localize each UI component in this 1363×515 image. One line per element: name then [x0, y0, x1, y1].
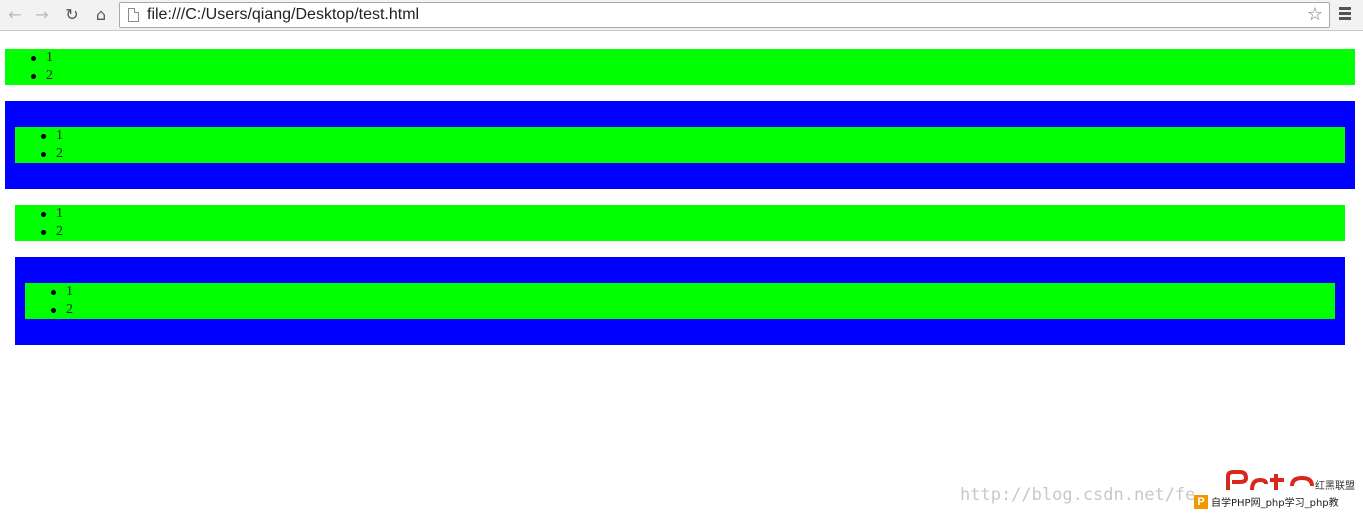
star-icon[interactable]: ☆: [1307, 4, 1323, 26]
green-list-box: 1 2: [15, 127, 1345, 163]
watermark-brand: 红黑联盟: [1315, 481, 1355, 492]
list-item: 1: [41, 206, 63, 221]
url-input[interactable]: [147, 4, 1287, 26]
bullet-list: 1 2: [41, 205, 63, 241]
list-item: 1: [41, 128, 63, 143]
bullet-list: 1 2: [51, 283, 73, 319]
back-arrow-icon[interactable]: ←: [4, 4, 26, 26]
blue-wrapper-box: 1 2: [15, 257, 1345, 345]
reload-icon[interactable]: ↻: [61, 4, 83, 26]
list-item: 2: [31, 68, 53, 83]
list-item: 2: [41, 224, 63, 239]
blue-wrapper-box: 1 2: [5, 101, 1355, 189]
home-icon[interactable]: ⌂: [90, 4, 112, 26]
forward-arrow-icon[interactable]: →: [31, 4, 53, 26]
green-list-box: 1 2: [15, 205, 1345, 241]
list-item: 2: [41, 146, 63, 161]
browser-toolbar: ← → ↻ ⌂ ☆: [0, 0, 1363, 31]
promo-text: 自学PHP网_php学习_php教: [1211, 498, 1339, 509]
list-item: 1: [31, 50, 53, 65]
address-bar[interactable]: ☆: [119, 2, 1330, 28]
page-icon: [128, 8, 139, 22]
green-list-box: 1 2: [5, 49, 1355, 85]
promo-banner[interactable]: P 自学PHP网_php学习_php教: [1194, 493, 1363, 510]
watermark-url-text: http://blog.csdn.net/fe: [960, 485, 1196, 505]
bullet-list: 1 2: [41, 127, 63, 163]
list-item: 1: [51, 284, 73, 299]
bullet-list: 1 2: [31, 49, 53, 85]
menu-icon[interactable]: [1337, 5, 1353, 25]
watermark-logo: [1226, 470, 1314, 491]
green-list-box: 1 2: [25, 283, 1335, 319]
list-item: 2: [51, 302, 73, 317]
p-logo-icon: P: [1194, 494, 1208, 509]
